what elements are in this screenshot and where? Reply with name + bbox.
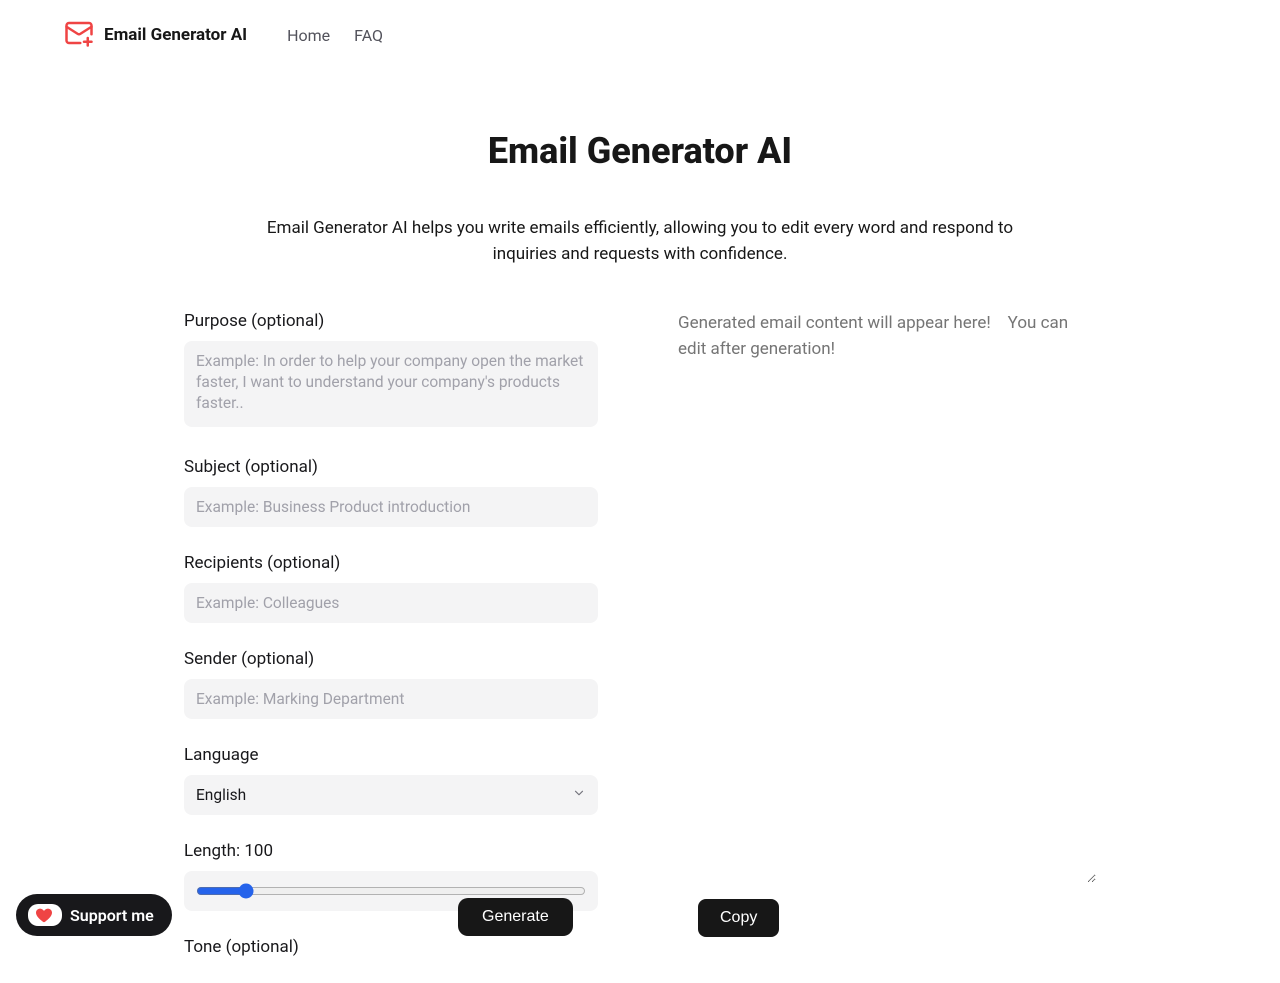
main: Purpose (optional) Subject (optional) Re…	[184, 311, 1096, 983]
purpose-input[interactable]	[184, 341, 598, 427]
nav-faq[interactable]: FAQ	[354, 26, 383, 45]
output-column: Copy	[678, 311, 1096, 983]
recipients-group: Recipients (optional)	[184, 553, 598, 623]
header: Email Generator AI Home FAQ	[0, 0, 1280, 70]
subject-group: Subject (optional)	[184, 457, 598, 527]
support-me-label: Support me	[70, 906, 154, 925]
length-slider[interactable]	[196, 883, 586, 899]
subject-input[interactable]	[184, 487, 598, 527]
support-me-widget[interactable]: Support me	[16, 894, 172, 936]
copy-button[interactable]: Copy	[698, 899, 779, 937]
recipients-label: Recipients (optional)	[184, 553, 598, 573]
recipients-input[interactable]	[184, 583, 598, 623]
hero: Email Generator AI Email Generator AI he…	[0, 130, 1280, 267]
purpose-label: Purpose (optional)	[184, 311, 598, 331]
mail-plus-icon	[64, 18, 94, 52]
language-label: Language	[184, 745, 598, 765]
tone-group: Tone (optional)	[184, 937, 598, 957]
brand-name: Email Generator AI	[104, 25, 247, 45]
output-textarea[interactable]	[678, 311, 1096, 883]
tone-label: Tone (optional)	[184, 937, 598, 957]
nav-home[interactable]: Home	[287, 26, 330, 45]
page-subtitle: Email Generator AI helps you write email…	[260, 216, 1020, 267]
purpose-group: Purpose (optional)	[184, 311, 598, 431]
sender-input[interactable]	[184, 679, 598, 719]
sender-label: Sender (optional)	[184, 649, 598, 669]
sender-group: Sender (optional)	[184, 649, 598, 719]
language-select[interactable]: English	[184, 775, 598, 815]
brand[interactable]: Email Generator AI	[64, 18, 247, 52]
nav: Home FAQ	[287, 26, 383, 45]
page-title: Email Generator AI	[20, 130, 1260, 172]
form-column: Purpose (optional) Subject (optional) Re…	[184, 311, 598, 983]
subject-label: Subject (optional)	[184, 457, 598, 477]
language-group: Language English	[184, 745, 598, 815]
heart-icon	[28, 904, 62, 926]
chevron-down-icon	[572, 786, 586, 804]
generate-button[interactable]: Generate	[458, 898, 573, 936]
language-selected: English	[196, 786, 246, 804]
length-label: Length: 100	[184, 841, 598, 861]
